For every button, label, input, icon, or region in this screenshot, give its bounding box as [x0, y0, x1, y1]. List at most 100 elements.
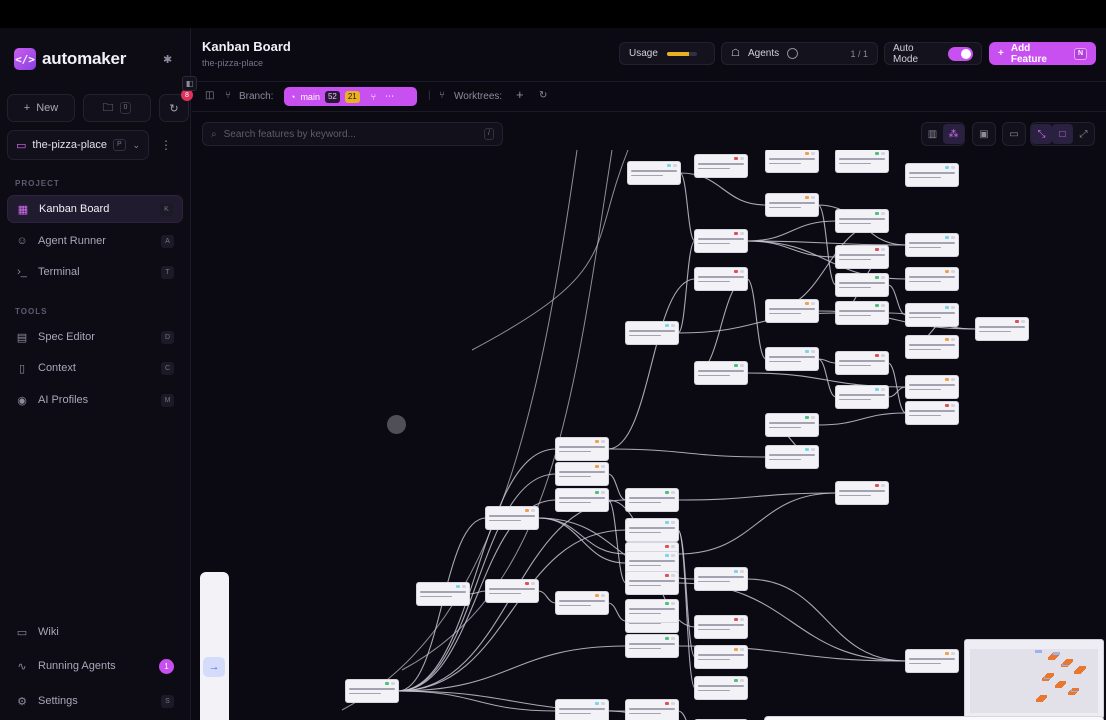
- feature-node[interactable]: [695, 646, 747, 668]
- branch-label: Branch:: [239, 91, 274, 102]
- feature-node[interactable]: [486, 507, 538, 529]
- archive-icon[interactable]: ▭: [1004, 124, 1025, 144]
- app-logo[interactable]: </> automaker: [14, 48, 126, 70]
- feature-node[interactable]: [766, 194, 818, 216]
- feature-node[interactable]: [906, 234, 958, 256]
- feature-node[interactable]: [906, 304, 958, 326]
- feature-node[interactable]: [695, 616, 747, 638]
- feature-node[interactable]: [836, 246, 888, 268]
- feature-node[interactable]: [766, 150, 818, 172]
- new-project-button[interactable]: + New: [7, 94, 75, 122]
- feature-node[interactable]: [836, 274, 888, 296]
- collapse-icon[interactable]: ⤡: [1031, 124, 1052, 144]
- feature-node[interactable]: [766, 414, 818, 436]
- feature-node[interactable]: [556, 700, 608, 720]
- feature-node[interactable]: [836, 352, 888, 374]
- add-feature-button[interactable]: + Add Feature N: [989, 42, 1096, 65]
- dependency-edge: [746, 220, 837, 242]
- graph-minimap[interactable]: [964, 639, 1104, 719]
- feature-node[interactable]: [556, 438, 608, 460]
- feature-node[interactable]: [766, 348, 818, 370]
- feature-node[interactable]: [766, 446, 818, 468]
- sidebar-collapse-icon[interactable]: ◧: [182, 76, 197, 91]
- page-title: Kanban Board: [202, 39, 291, 54]
- bug-icon[interactable]: ✱: [163, 53, 172, 66]
- project-more-icon[interactable]: ⋮: [160, 138, 172, 152]
- agents-indicator[interactable]: ☖ Agents 1 / 1: [721, 42, 878, 65]
- branch-selector[interactable]: ◔ main 52 21 ⑂ ⋯: [284, 87, 417, 106]
- add-worktree-icon[interactable]: +: [516, 87, 524, 102]
- feature-node[interactable]: [695, 362, 747, 384]
- feature-node[interactable]: [626, 600, 678, 622]
- dependency-edge: [817, 412, 907, 426]
- kanban-view-icon[interactable]: ▥: [922, 124, 943, 144]
- refresh-icon[interactable]: ↻: [539, 90, 547, 101]
- sidebar-item-terminal[interactable]: ›_ Terminal T: [7, 258, 183, 286]
- image-icon[interactable]: ▣: [974, 124, 995, 144]
- expand-icon[interactable]: ⤢: [1073, 124, 1094, 144]
- refresh-icon: ↻: [169, 102, 179, 115]
- auto-mode-toggle[interactable]: [947, 46, 973, 61]
- feature-node[interactable]: [836, 302, 888, 324]
- minimap-node: [1053, 652, 1060, 655]
- feature-node[interactable]: [906, 268, 958, 290]
- usage-indicator[interactable]: Usage: [619, 42, 715, 65]
- feature-node[interactable]: [836, 482, 888, 504]
- feature-node[interactable]: [486, 580, 538, 602]
- panel-toggle-icon[interactable]: ◫: [205, 90, 214, 101]
- sidebar-item-wiki[interactable]: ▭ Wiki: [7, 618, 183, 646]
- feature-node[interactable]: [626, 489, 678, 511]
- feature-node[interactable]: [695, 155, 747, 177]
- feature-node[interactable]: [626, 572, 678, 594]
- dependency-graph-canvas[interactable]: → BacklogIn ProgressWaitingVerifiedBlock…: [192, 150, 1106, 720]
- graph-view-icon[interactable]: ⁂: [943, 124, 964, 144]
- add-feature-label: Add Feature: [1010, 42, 1047, 65]
- usage-bar: [666, 51, 697, 56]
- feature-node[interactable]: [628, 162, 680, 184]
- feature-node[interactable]: [695, 568, 747, 590]
- feature-node[interactable]: [906, 164, 958, 186]
- git-branch-icon[interactable]: ⑂: [371, 92, 376, 102]
- feature-node[interactable]: [626, 635, 678, 657]
- feature-node[interactable]: [626, 322, 678, 344]
- feature-node[interactable]: [906, 336, 958, 358]
- feature-node[interactable]: [626, 552, 678, 574]
- folder-open-icon: 🗀: [102, 101, 114, 114]
- feature-node[interactable]: [695, 677, 747, 699]
- feature-node[interactable]: [626, 519, 678, 541]
- feature-node[interactable]: [976, 318, 1028, 340]
- feature-node[interactable]: [906, 650, 958, 672]
- feature-node[interactable]: [836, 150, 888, 172]
- feature-node[interactable]: [556, 592, 608, 614]
- feature-node[interactable]: [695, 268, 747, 290]
- feature-node[interactable]: [346, 680, 398, 702]
- feature-node[interactable]: [766, 300, 818, 322]
- arrow-right-icon[interactable]: →: [203, 657, 225, 677]
- sidebar-item-running-agents[interactable]: ∿ Running Agents 1: [7, 652, 183, 680]
- project-name: the-pizza-place: [32, 139, 107, 151]
- sidebar-item-context[interactable]: ▯ Context C: [7, 354, 183, 382]
- feature-node[interactable]: [836, 210, 888, 232]
- feature-node[interactable]: [417, 583, 469, 605]
- sync-button[interactable]: ↻ 8: [159, 89, 193, 122]
- feature-node[interactable]: [906, 402, 958, 424]
- search-input[interactable]: [223, 128, 478, 140]
- square-icon[interactable]: □: [1052, 124, 1073, 144]
- sidebar-item-label: Agent Runner: [38, 235, 106, 247]
- auto-mode-label: Auto Mode: [893, 42, 919, 65]
- feature-node[interactable]: [556, 489, 608, 511]
- feature-node[interactable]: [626, 700, 678, 720]
- project-selector[interactable]: ▭ the-pizza-place P ⌄: [7, 130, 149, 160]
- more-icon[interactable]: ⋯: [385, 91, 394, 102]
- feature-node[interactable]: [836, 386, 888, 408]
- sidebar-item-ai-profiles[interactable]: ◉ AI Profiles M: [7, 386, 183, 414]
- open-project-button[interactable]: 🗀 0: [83, 94, 151, 122]
- sidebar-item-agent-runner[interactable]: ☺ Agent Runner A: [7, 227, 183, 255]
- feature-node[interactable]: [556, 463, 608, 485]
- branch-warning-count: 21: [344, 90, 360, 103]
- feature-node[interactable]: [906, 376, 958, 398]
- sidebar-item-settings[interactable]: ⚙ Settings S: [7, 687, 183, 715]
- feature-node[interactable]: [695, 230, 747, 252]
- sidebar-item-kanban-board[interactable]: ▦ Kanban Board K: [7, 195, 183, 223]
- sidebar-item-spec-editor[interactable]: ▤ Spec Editor D: [7, 323, 183, 351]
